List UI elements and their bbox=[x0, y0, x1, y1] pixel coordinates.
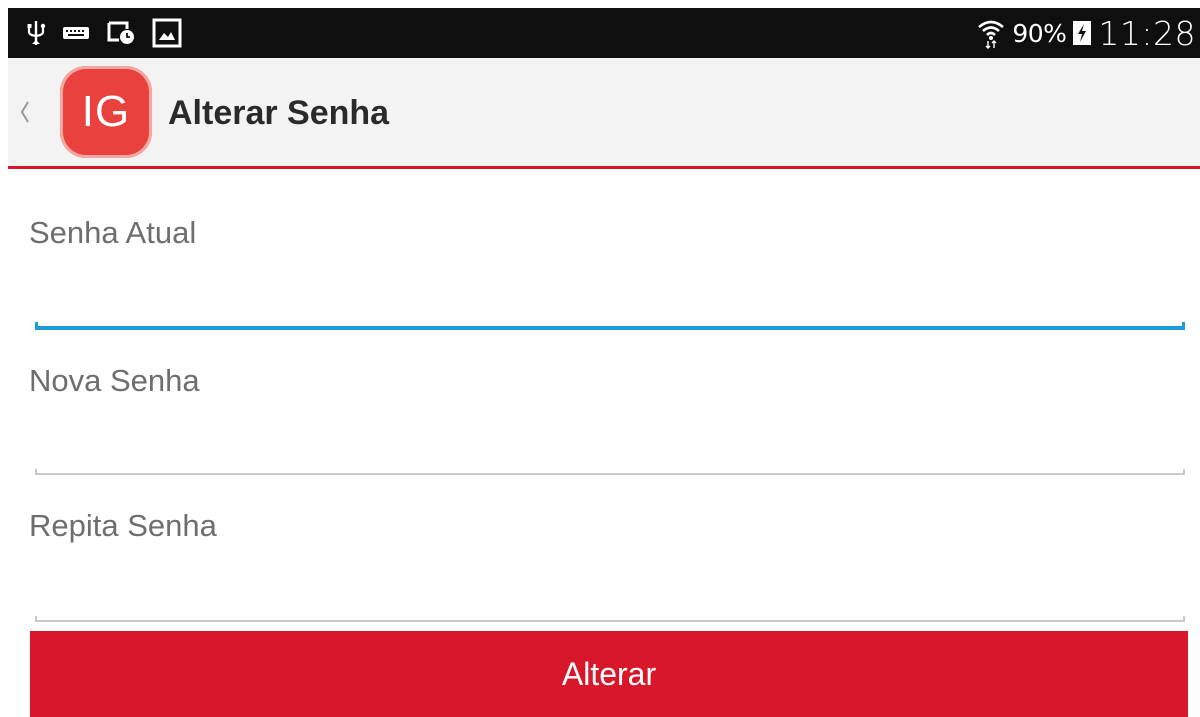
current-password-label: Senha Atual bbox=[29, 215, 197, 250]
page-title: Alterar Senha bbox=[168, 94, 390, 132]
back-chevron-icon[interactable] bbox=[16, 98, 32, 126]
app-logo-text: IG bbox=[81, 87, 131, 136]
alterar-button[interactable]: Alterar bbox=[30, 631, 1188, 717]
status-left-icons bbox=[26, 17, 182, 49]
clock: 11:28 bbox=[1098, 13, 1196, 53]
keyboard-icon bbox=[62, 24, 90, 42]
new-password-field[interactable] bbox=[35, 424, 1185, 464]
usb-icon bbox=[26, 19, 46, 47]
repeat-password-label: Repita Senha bbox=[29, 508, 217, 543]
screen-timer-icon bbox=[106, 20, 136, 46]
action-bar: IG Alterar Senha bbox=[8, 58, 1200, 169]
repeat-password-field[interactable] bbox=[35, 570, 1185, 610]
app-logo[interactable]: IG bbox=[60, 66, 152, 158]
battery-percent: 90% bbox=[1012, 18, 1067, 48]
status-bar: 90% 11:28 bbox=[8, 8, 1200, 58]
current-password-underline bbox=[35, 320, 1185, 330]
new-password-underline bbox=[35, 465, 1185, 475]
battery-charging-icon bbox=[1072, 19, 1092, 47]
gallery-icon bbox=[152, 18, 182, 48]
current-password-field[interactable] bbox=[35, 276, 1185, 316]
new-password-label: Nova Senha bbox=[29, 363, 200, 398]
status-right-icons: 90% 11:28 bbox=[976, 12, 1196, 54]
wifi-icon bbox=[976, 17, 1006, 49]
repeat-password-underline bbox=[35, 612, 1185, 622]
